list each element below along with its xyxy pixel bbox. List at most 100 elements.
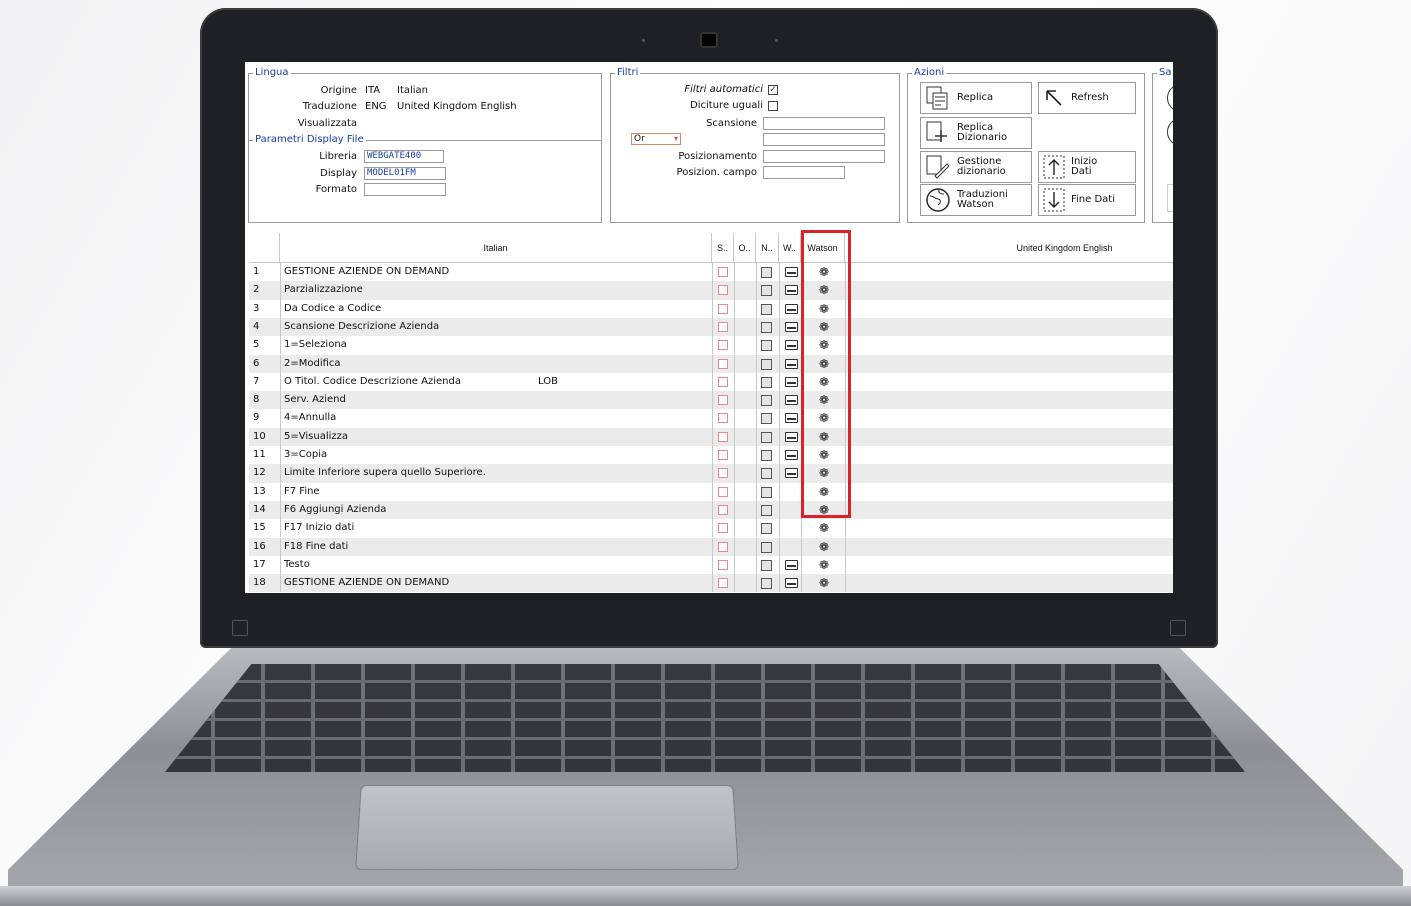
n-checkbox[interactable]: [761, 486, 772, 498]
window-icon[interactable]: [785, 450, 798, 460]
s-checkbox[interactable]: [718, 431, 728, 442]
formato-input[interactable]: [364, 183, 446, 196]
n-checkbox[interactable]: [761, 468, 772, 480]
s-checkbox[interactable]: [718, 504, 728, 515]
inizio-dati-button[interactable]: Inizio Dati: [1038, 151, 1136, 183]
italian-text[interactable]: F7 Fine: [284, 483, 320, 501]
scansione-input-1[interactable]: [763, 117, 885, 130]
sa-button-1[interactable]: [1167, 84, 1173, 112]
n-checkbox[interactable]: [761, 340, 772, 352]
italian-text[interactable]: Limite Inferiore supera quello Superiore…: [284, 464, 486, 482]
posizionamento-input[interactable]: [763, 150, 885, 163]
n-checkbox[interactable]: [761, 450, 772, 461]
table-row[interactable]: 8 Serv. Aziend ❁: [249, 391, 1173, 410]
window-icon[interactable]: [785, 285, 798, 296]
refresh-button[interactable]: Refresh: [1038, 82, 1136, 114]
italian-text[interactable]: 2=Modifica: [284, 355, 341, 373]
header-n[interactable]: N..: [756, 233, 779, 263]
window-icon[interactable]: [785, 559, 798, 570]
display-input[interactable]: MODEL01FM: [364, 167, 446, 180]
replica-button[interactable]: Replica: [920, 82, 1032, 114]
italian-text[interactable]: F18 Fine dati: [284, 538, 348, 556]
italian-text[interactable]: Serv. Aziend: [284, 391, 346, 409]
table-row[interactable]: 7O Titol. Codice Descrizione Azienda LOB ❁: [249, 372, 1173, 392]
operator-select[interactable]: Or ▾: [631, 133, 681, 145]
sa-button-3[interactable]: [1167, 184, 1173, 212]
window-icon[interactable]: [785, 468, 798, 479]
header-w[interactable]: W..: [779, 233, 801, 263]
watson-icon[interactable]: ❁: [819, 576, 829, 590]
n-checkbox[interactable]: [761, 523, 772, 535]
s-checkbox[interactable]: [718, 413, 728, 424]
watson-icon[interactable]: ❁: [819, 558, 829, 572]
window-icon[interactable]: [785, 413, 798, 424]
s-checkbox[interactable]: [718, 358, 728, 369]
s-checkbox[interactable]: [718, 578, 728, 589]
window-icon[interactable]: [785, 431, 798, 442]
italian-text[interactable]: F6 Aggiungi Azienda: [284, 501, 386, 519]
italian-text[interactable]: GESTIONE AZIENDE ON DEMAND: [284, 574, 449, 592]
n-checkbox[interactable]: [761, 541, 772, 553]
window-icon[interactable]: [785, 321, 798, 332]
window-icon[interactable]: [785, 358, 798, 369]
s-checkbox[interactable]: [718, 303, 728, 314]
n-checkbox[interactable]: [761, 431, 772, 443]
traduzioni-watson-button[interactable]: Traduzioni Watson: [920, 184, 1032, 216]
watson-icon[interactable]: ❁: [819, 540, 829, 554]
table-row[interactable]: 14 F6 Aggiungi Azienda ❁: [249, 500, 1173, 520]
table-row[interactable]: 6 2=Modifica ❁: [249, 354, 1173, 373]
n-checkbox[interactable]: [761, 395, 772, 407]
header-english[interactable]: United Kingdom English: [845, 233, 1173, 263]
s-checkbox[interactable]: [718, 321, 728, 332]
table-row[interactable]: 15 F17 Inizio dati ❁: [249, 519, 1173, 538]
header-italian[interactable]: Italian: [280, 233, 712, 263]
table-row[interactable]: 17 Testo ❁: [249, 555, 1173, 575]
s-checkbox[interactable]: [718, 486, 728, 497]
s-checkbox[interactable]: [718, 340, 728, 351]
s-checkbox[interactable]: [718, 559, 728, 570]
italian-text[interactable]: F17 Inizio dati: [284, 519, 354, 537]
n-checkbox[interactable]: [761, 559, 772, 571]
sa-button-2[interactable]: [1167, 118, 1173, 146]
replica-dizionario-button[interactable]: Replica Dizionario: [920, 117, 1032, 149]
italian-text[interactable]: 3=Copia: [284, 446, 327, 464]
window-icon[interactable]: [785, 267, 798, 277]
table-row[interactable]: 16 F18 Fine dati ❁: [249, 537, 1173, 556]
table-row[interactable]: 13 F7 Fine ❁: [249, 482, 1173, 501]
italian-text[interactable]: Da Codice a Codice: [284, 300, 381, 318]
n-checkbox[interactable]: [761, 413, 772, 425]
table-row[interactable]: 18 GESTIONE AZIENDE ON DEMAND ❁: [249, 574, 1173, 593]
s-checkbox[interactable]: [718, 523, 728, 534]
n-checkbox[interactable]: [761, 303, 772, 315]
s-checkbox[interactable]: [718, 541, 728, 552]
filtri-automatici-checkbox[interactable]: ✓: [768, 85, 778, 95]
table-row[interactable]: 4 Scansione Descrizione Azienda ❁: [249, 317, 1173, 337]
table-row[interactable]: 9 4=Annulla ❁: [249, 409, 1173, 428]
n-checkbox[interactable]: [761, 321, 772, 333]
italian-text[interactable]: Testo: [284, 556, 310, 574]
header-o[interactable]: O..: [734, 233, 756, 263]
table-row[interactable]: 11 3=Copia ❁: [249, 446, 1173, 465]
table-row[interactable]: 12 Limite Inferiore supera quello Superio…: [249, 464, 1173, 483]
italian-text[interactable]: GESTIONE AZIENDE ON DEMAND: [284, 263, 449, 281]
n-checkbox[interactable]: [761, 578, 772, 590]
table-row[interactable]: 10 5=Visualizza ❁: [249, 427, 1173, 446]
table-row[interactable]: 1 GESTIONE AZIENDE ON DEMAND ❁: [249, 263, 1173, 282]
italian-text[interactable]: Scansione Descrizione Azienda: [284, 318, 439, 336]
header-s[interactable]: S..: [712, 233, 734, 263]
window-icon[interactable]: [785, 376, 798, 387]
s-checkbox[interactable]: [718, 376, 728, 387]
diciture-uguali-checkbox[interactable]: [768, 101, 778, 111]
window-icon[interactable]: [785, 340, 798, 351]
italian-text[interactable]: Parzializzazione: [284, 281, 363, 299]
posizion-campo-input[interactable]: [763, 166, 845, 179]
table-row[interactable]: 3 Da Codice a Codice ❁: [249, 299, 1173, 318]
scansione-input-2[interactable]: [763, 133, 885, 146]
n-checkbox[interactable]: [761, 267, 772, 278]
table-row[interactable]: 5 1=Seleziona ❁: [249, 336, 1173, 355]
gestione-dizionario-button[interactable]: Gestione dizionario: [920, 151, 1032, 183]
n-checkbox[interactable]: [761, 358, 772, 370]
window-icon[interactable]: [785, 395, 798, 406]
s-checkbox[interactable]: [718, 267, 728, 277]
italian-text[interactable]: O Titol. Codice Descrizione Azienda: [284, 373, 461, 391]
